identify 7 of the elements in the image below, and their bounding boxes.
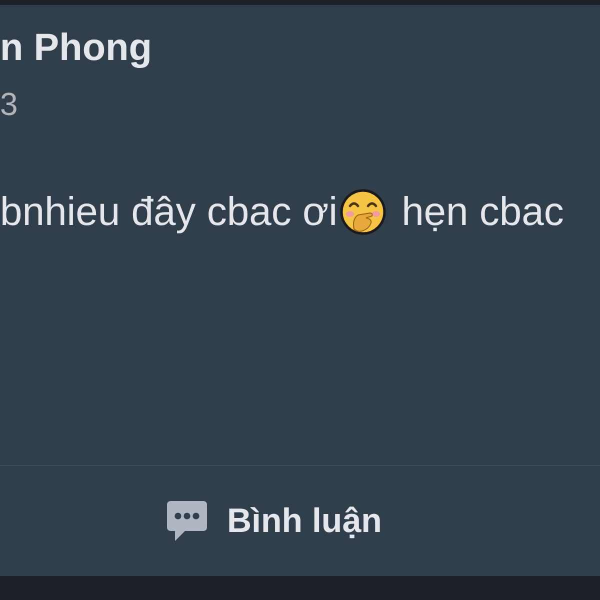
comment-button[interactable]: Bình luận bbox=[167, 501, 382, 541]
author-name[interactable]: n Phong bbox=[0, 25, 152, 71]
timestamp[interactable]: 3 bbox=[0, 85, 18, 123]
speech-bubble-icon bbox=[167, 501, 207, 541]
post-text: bnhieu đây cbac ơi bbox=[0, 189, 338, 236]
post-text: hẹn cbac bbox=[402, 189, 564, 236]
hand-over-mouth-emoji-icon bbox=[340, 189, 386, 235]
